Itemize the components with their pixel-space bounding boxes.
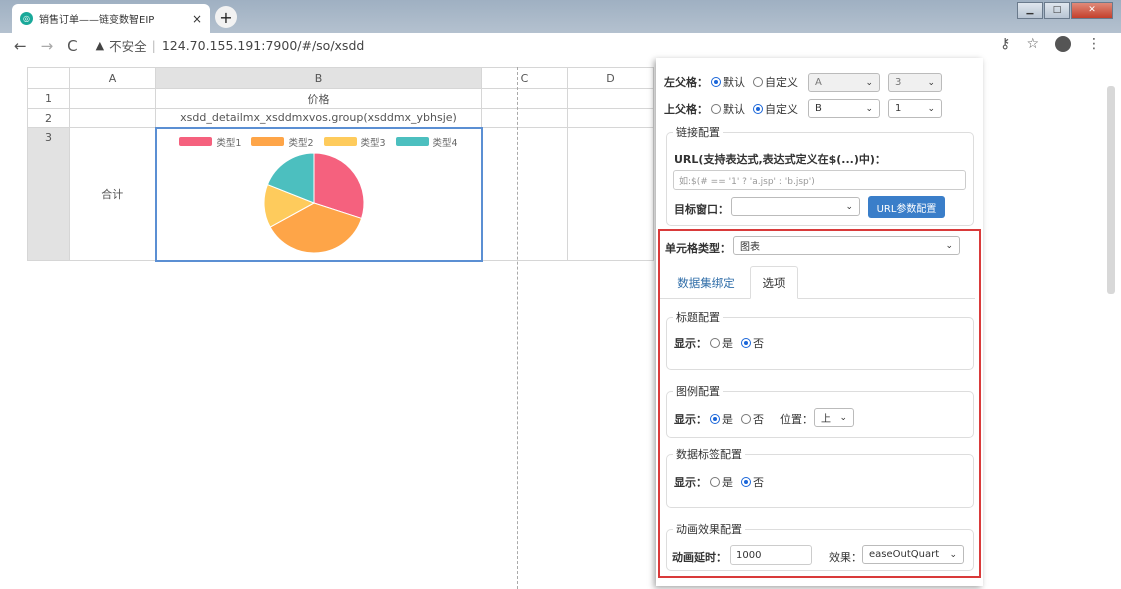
tab-title: 销售订单——链变数智EIP	[39, 15, 155, 26]
cell-c2[interactable]	[481, 108, 568, 128]
data-label-show-row: 显示： 是 否	[674, 476, 764, 489]
cell-b3-chart[interactable]: 类型1 类型2 类型3 类型4	[154, 126, 483, 262]
animation-delay-label: 动画延时：	[672, 551, 727, 564]
left-parent-custom-radio[interactable]	[753, 77, 763, 87]
legend-swatch	[179, 137, 213, 146]
left-parent-row-select[interactable]: 3 ⌄	[888, 73, 942, 92]
reload-icon[interactable]: C	[67, 37, 77, 55]
chevron-down-icon: ⌄	[949, 549, 957, 560]
legend-item[interactable]: 类型1	[179, 135, 241, 149]
data-label-show-no-radio[interactable]	[741, 477, 751, 487]
forward-icon[interactable]: →	[41, 37, 54, 55]
animation-delay-input[interactable]: 1000	[730, 545, 812, 565]
chevron-down-icon: ⌄	[927, 77, 935, 88]
option-tabs: 数据集绑定 选项	[660, 266, 975, 299]
legend-show-row: 显示： 是 否 位置：	[674, 413, 813, 426]
chevron-down-icon: ⌄	[839, 412, 847, 423]
cell-d2[interactable]	[567, 108, 654, 128]
warning-icon: ▲	[95, 39, 105, 52]
legend-item[interactable]: 类型4	[395, 135, 458, 149]
maximize-button[interactable]: □	[1044, 2, 1070, 19]
address-field[interactable]: ▲ 不安全 | 124.70.155.191:7900/#/so/xsdd	[96, 36, 365, 55]
cell-type-select[interactable]: 图表 ⌄	[733, 236, 960, 255]
new-tab-button[interactable]: +	[215, 6, 237, 28]
cell-c1[interactable]	[481, 88, 568, 109]
chevron-down-icon: ⌄	[865, 77, 873, 88]
tab-dataset-binding[interactable]: 数据集绑定	[666, 266, 746, 299]
cell-d1[interactable]	[567, 88, 654, 109]
row-header-1[interactable]: 1	[27, 88, 70, 109]
legend-swatch	[251, 137, 285, 146]
chart-legend: 类型1 类型2 类型3 类型4	[157, 135, 481, 149]
cell-b2[interactable]: xsdd_detailmx_xsddmxvos.group(xsddmx_ybh…	[155, 108, 482, 128]
row-header-2[interactable]: 2	[27, 108, 70, 128]
animation-effect-label: 效果：	[829, 551, 862, 564]
column-header-b[interactable]: B	[155, 67, 482, 89]
browser-tab[interactable]: ◎ 销售订单——链变数智EIP ×	[12, 4, 210, 33]
target-window-label: 目标窗口：	[674, 203, 729, 216]
top-parent-row: 上父格： 默认 自定义	[664, 103, 798, 116]
legend-item[interactable]: 类型3	[323, 135, 386, 149]
corner-cell	[27, 67, 70, 89]
column-header-d[interactable]: D	[567, 67, 654, 89]
chevron-down-icon: ⌄	[845, 201, 853, 212]
legend-show-no-radio[interactable]	[741, 414, 751, 424]
page-break-line	[517, 67, 518, 589]
menu-dots-icon[interactable]: ⋮	[1087, 36, 1101, 52]
url-param-config-button[interactable]: URL参数配置	[868, 196, 945, 218]
tab-options[interactable]: 选项	[750, 266, 798, 299]
browser-titlebar: ◎ 销售订单——链变数智EIP × + ▁ □ ✕	[0, 0, 1121, 33]
top-parent-row-select[interactable]: 1 ⌄	[888, 99, 942, 118]
legend-item[interactable]: 类型2	[251, 135, 314, 149]
left-parent-default-radio[interactable]	[711, 77, 721, 87]
column-header-a[interactable]: A	[69, 67, 156, 89]
not-secure-label: 不安全	[109, 39, 147, 54]
address-bar-row: ← → C ▲ 不安全 | 124.70.155.191:7900/#/so/x…	[0, 33, 1121, 58]
url-text: 124.70.155.191:7900/#/so/xsdd	[161, 38, 365, 53]
page-scrollbar[interactable]	[1107, 86, 1115, 294]
bookmark-star-icon[interactable]: ☆	[1026, 36, 1039, 52]
top-parent-default-radio[interactable]	[711, 104, 721, 114]
url-input[interactable]: 如:$(# == '1' ? 'a.jsp' : 'b.jsp')	[673, 170, 966, 190]
top-parent-column-select[interactable]: B ⌄	[808, 99, 880, 118]
chevron-down-icon: ⌄	[865, 103, 873, 114]
row-header-3[interactable]: 3	[27, 127, 70, 261]
cell-a2[interactable]	[69, 108, 156, 128]
left-parent-row: 左父格： 默认 自定义	[664, 76, 798, 89]
report-grid: A B C D 1 价格 2 xsdd_detailmx_xsddmxvos.g…	[27, 67, 654, 262]
cell-a3[interactable]: 合计	[69, 127, 156, 261]
tab-close-icon[interactable]: ×	[192, 12, 202, 26]
url-label: URL(支持表达式,表达式定义在$(...)中)：	[674, 153, 886, 166]
chevron-down-icon: ⌄	[927, 103, 935, 114]
data-label-show-yes-radio[interactable]	[710, 477, 720, 487]
legend-show-yes-radio[interactable]	[710, 414, 720, 424]
legend-swatch	[323, 137, 357, 146]
pie-chart	[263, 151, 364, 253]
target-window-select[interactable]: ⌄	[731, 197, 860, 216]
top-parent-custom-radio[interactable]	[753, 104, 763, 114]
title-show-no-radio[interactable]	[741, 338, 751, 348]
left-parent-column-select[interactable]: A ⌄	[808, 73, 880, 92]
window-close-button[interactable]: ✕	[1071, 2, 1113, 19]
back-icon[interactable]: ←	[14, 37, 27, 55]
cell-type-label: 单元格类型：	[665, 242, 731, 255]
column-header-c[interactable]: C	[481, 67, 568, 89]
cell-c3[interactable]	[481, 127, 568, 261]
cell-a1[interactable]	[69, 88, 156, 109]
site-favicon-icon: ◎	[20, 12, 33, 25]
chevron-down-icon: ⌄	[945, 240, 953, 251]
title-show-row: 显示： 是 否	[674, 337, 764, 350]
minimize-button[interactable]: ▁	[1017, 2, 1043, 19]
cell-d3[interactable]	[567, 127, 654, 261]
animation-effect-select[interactable]: easeOutQuart ⌄	[862, 545, 964, 564]
key-icon[interactable]: ⚷	[1000, 36, 1010, 52]
legend-swatch	[395, 137, 429, 146]
title-show-yes-radio[interactable]	[710, 338, 720, 348]
profile-avatar-icon[interactable]	[1055, 36, 1071, 52]
cell-b1[interactable]: 价格	[155, 88, 482, 109]
legend-position-select[interactable]: 上 ⌄	[814, 408, 854, 427]
